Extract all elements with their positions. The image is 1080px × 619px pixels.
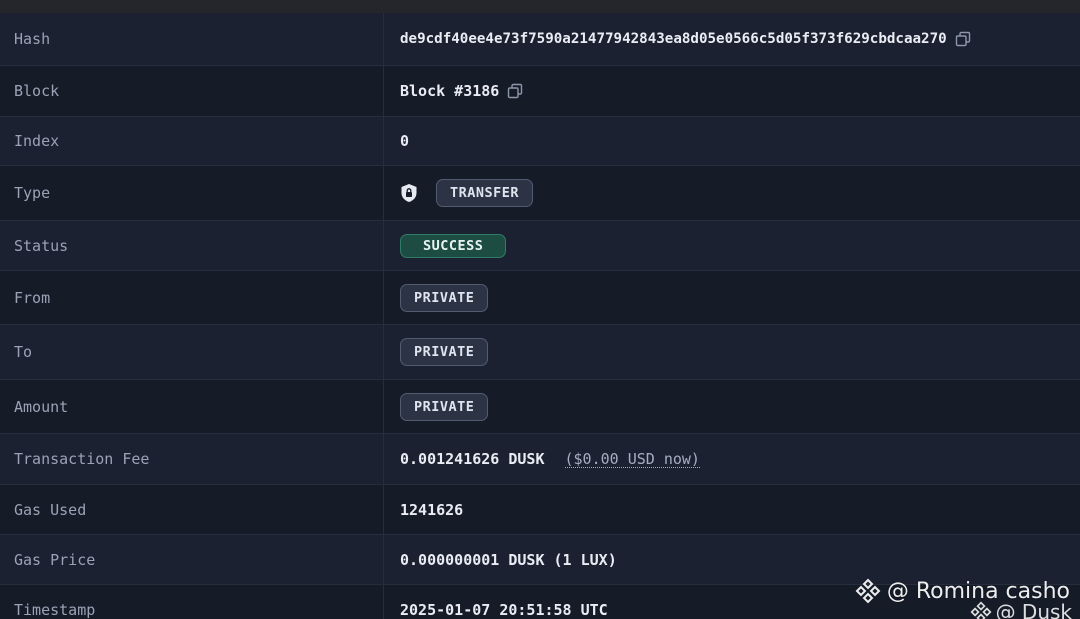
type-label: Type — [0, 166, 384, 220]
binance-diamond-icon — [855, 578, 881, 604]
watermark-secondary: @ Dusk — [970, 600, 1072, 619]
row-to: To PRIVATE — [0, 325, 1080, 380]
row-gas-used: Gas Used 1241626 — [0, 485, 1080, 535]
amount-label: Amount — [0, 380, 384, 433]
watermark-text-secondary: @ Dusk — [995, 600, 1072, 619]
gas-used-label: Gas Used — [0, 485, 384, 534]
row-amount: Amount PRIVATE — [0, 380, 1080, 434]
binance-diamond-icon — [970, 601, 992, 619]
amount-private-badge: PRIVATE — [400, 392, 489, 421]
block-value-cell: Block #3186 — [384, 66, 1080, 116]
shield-lock-icon — [401, 184, 417, 202]
status-badge: SUCCESS — [400, 233, 507, 258]
to-label: To — [0, 325, 384, 379]
type-badge: TRANSFER — [436, 179, 534, 207]
row-index: Index 0 — [0, 117, 1080, 166]
copy-icon[interactable] — [507, 83, 523, 99]
row-block: Block Block #3186 — [0, 66, 1080, 117]
to-private-badge: PRIVATE — [400, 338, 489, 366]
block-label: Block — [0, 66, 384, 116]
block-link[interactable]: Block #3186 — [400, 82, 499, 100]
row-type: Type TRANSFER — [0, 166, 1080, 221]
usd-conversion[interactable]: ($0.00 USD now) — [564, 451, 700, 468]
index-value: 0 — [400, 132, 410, 150]
row-from: From PRIVATE — [0, 271, 1080, 325]
top-bar — [0, 0, 1080, 13]
status-value-cell: SUCCESS — [384, 221, 1080, 270]
index-label: Index — [0, 117, 384, 165]
gas-used-value: 1241626 — [400, 500, 464, 519]
to-value-cell: PRIVATE — [384, 325, 1080, 379]
row-status: Status SUCCESS — [0, 221, 1080, 271]
transaction-fee-label: Transaction Fee — [0, 434, 384, 484]
from-private-badge: PRIVATE — [400, 283, 489, 312]
gas-price-label: Gas Price — [0, 535, 384, 584]
gas-price-value: 0.000000001 DUSK (1 LUX) — [400, 550, 617, 569]
from-label: From — [0, 271, 384, 324]
timestamp-label: Timestamp — [0, 585, 384, 619]
hash-value[interactable]: de9cdf40ee4e73f7590a21477942843ea8d05e05… — [400, 31, 947, 47]
hash-value-cell: de9cdf40ee4e73f7590a21477942843ea8d05e05… — [384, 13, 1080, 65]
transaction-details-table: Hash de9cdf40ee4e73f7590a21477942843ea8d… — [0, 13, 1080, 619]
transaction-fee-value-cell: 0.001241626 DUSK ($0.00 USD now) — [384, 434, 1080, 484]
type-value-cell: TRANSFER — [384, 166, 1080, 220]
from-value-cell: PRIVATE — [384, 271, 1080, 324]
copy-icon[interactable] — [955, 31, 971, 47]
amount-value-cell: PRIVATE — [384, 380, 1080, 433]
row-transaction-fee: Transaction Fee 0.001241626 DUSK ($0.00 … — [0, 434, 1080, 485]
transaction-fee-value: 0.001241626 DUSK — [400, 450, 545, 468]
hash-label: Hash — [0, 13, 384, 65]
row-hash: Hash de9cdf40ee4e73f7590a21477942843ea8d… — [0, 13, 1080, 66]
status-label: Status — [0, 221, 384, 270]
